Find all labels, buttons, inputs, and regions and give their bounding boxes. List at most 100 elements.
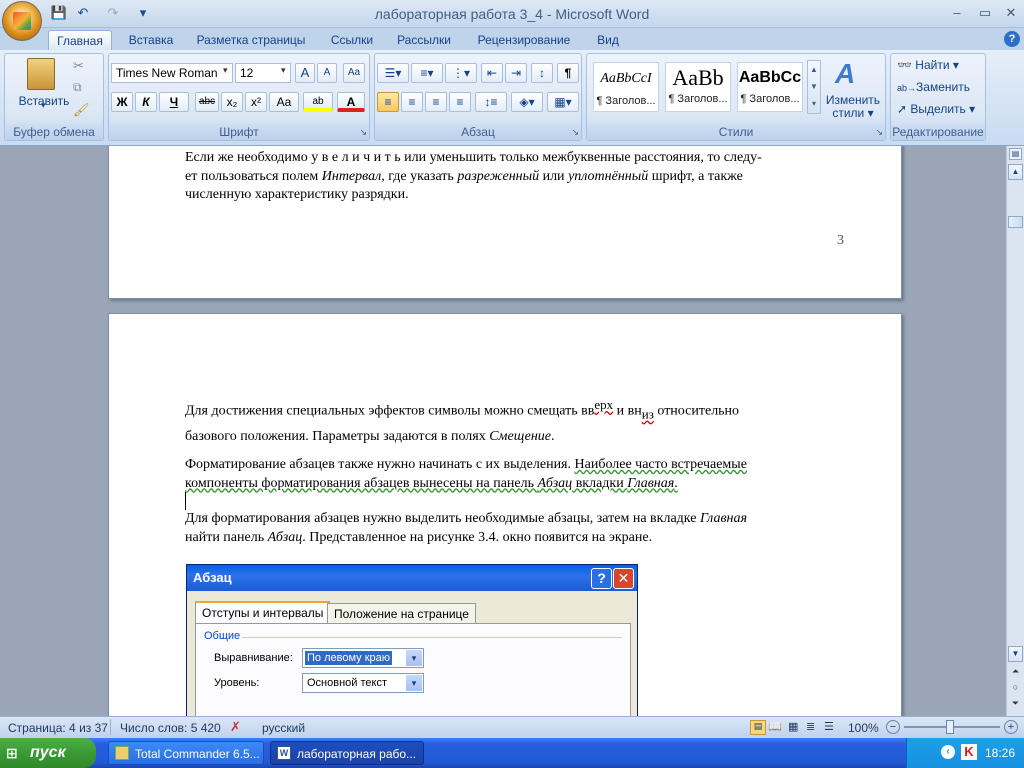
decrease-indent-button[interactable]: ⇤ — [481, 63, 503, 83]
tab-view[interactable]: Вид — [588, 30, 628, 50]
tray-arrow-icon[interactable]: ‹ — [941, 745, 955, 759]
paragraph-group-label: Абзац — [375, 124, 581, 140]
highlight-button[interactable]: ab — [303, 92, 333, 112]
shading-button[interactable]: ◈▾ — [511, 92, 543, 112]
font-size-dropdown-icon[interactable]: ▾ — [281, 65, 286, 76]
copy-icon[interactable]: ⧉ — [73, 80, 82, 95]
sort-button[interactable]: ↕ — [531, 63, 553, 83]
level-label: Уровень: — [214, 677, 260, 689]
reading-view-icon[interactable]: 📖 — [768, 720, 782, 733]
zoom-slider-thumb[interactable] — [946, 720, 954, 734]
bold-button[interactable]: Ж — [111, 92, 133, 112]
numbering-button[interactable]: ≡▾ — [411, 63, 443, 83]
find-button[interactable]: 👓 Найти ▾ — [897, 58, 959, 72]
select-button[interactable]: ➚ Выделить ▾ — [897, 102, 975, 116]
antivirus-icon[interactable]: K — [961, 744, 977, 760]
zoom-level[interactable]: 100% — [848, 721, 879, 735]
clear-format-button[interactable]: Aa — [343, 63, 365, 83]
borders-button[interactable]: ▦▾ — [547, 92, 579, 112]
ruler-toggle-icon[interactable]: ▤ — [1009, 148, 1022, 160]
styles-dialog-launcher-icon[interactable]: ↘ — [875, 127, 883, 138]
help-icon[interactable]: ? — [1004, 31, 1020, 47]
change-styles-button[interactable]: Изменить стили ▾ — [823, 94, 883, 120]
status-divider — [110, 719, 111, 735]
paragraph-dialog-launcher-icon[interactable]: ↘ — [571, 127, 579, 138]
multilevel-list-button[interactable]: ⋮▾ — [445, 63, 477, 83]
justify-button[interactable]: ≡ — [449, 92, 471, 112]
dialog-title: Абзац — [187, 565, 637, 591]
tab-home[interactable]: Главная — [48, 30, 112, 50]
page-count[interactable]: Страница: 4 из 37 — [8, 721, 108, 735]
previous-page-icon[interactable]: ⏶ — [1008, 666, 1023, 680]
format-painter-icon[interactable]: 🖌 — [73, 102, 90, 118]
print-layout-icon[interactable]: ▤ — [750, 720, 766, 735]
word-count[interactable]: Число слов: 5 420 — [120, 721, 221, 735]
task-word-document[interactable]: Wлабораторная рабо... — [270, 741, 424, 765]
tab-references[interactable]: Ссылки — [322, 30, 382, 50]
grow-font-button[interactable]: A — [295, 63, 315, 83]
subscript-button[interactable]: x₂ — [221, 92, 243, 112]
start-button[interactable]: ⊞ пуск — [0, 738, 96, 768]
align-left-button[interactable]: ≡ — [377, 92, 399, 112]
paste-dropdown-icon[interactable]: ▾ — [41, 100, 46, 111]
paste-icon[interactable] — [27, 58, 55, 90]
superscript-button[interactable]: x² — [245, 92, 267, 112]
increase-indent-button[interactable]: ⇥ — [505, 63, 527, 83]
scroll-down-button[interactable]: ▼ — [1008, 646, 1023, 662]
change-styles-icon[interactable]: A — [835, 58, 855, 90]
replace-button[interactable]: ab→Заменить — [897, 80, 970, 94]
scroll-thumb[interactable] — [1008, 216, 1023, 228]
clock[interactable]: 18:26 — [985, 746, 1015, 760]
text-run: Абзац — [267, 529, 303, 545]
text-line: Если же необходимо у в е л и ч и т ь или… — [185, 150, 762, 165]
style-card[interactable]: AaBb ¶ Заголов... — [665, 62, 731, 112]
align-center-button[interactable]: ≡ — [401, 92, 423, 112]
start-label: пуск — [30, 744, 66, 761]
vertical-scrollbar[interactable]: ▤ ▲ ▼ ⏶ ○ ⏷ — [1006, 146, 1024, 716]
office-button[interactable] — [2, 1, 42, 41]
change-styles-label: Изменить — [825, 93, 881, 107]
text-run: уплотнённый — [568, 168, 649, 184]
line-spacing-button[interactable]: ↕≡ — [475, 92, 507, 112]
change-case-button[interactable]: Aa — [269, 92, 299, 112]
select-browse-object-icon[interactable]: ○ — [1008, 682, 1023, 696]
draft-view-icon[interactable]: ☰ — [824, 720, 834, 733]
tab-review[interactable]: Рецензирование — [468, 30, 580, 50]
zoom-in-icon[interactable]: + — [1004, 720, 1018, 734]
language-status[interactable]: русский — [262, 721, 305, 735]
font-name-dropdown-icon[interactable]: ▾ — [223, 65, 228, 76]
style-card[interactable]: AaBbCcI ¶ Заголов... — [593, 62, 659, 112]
tab-insert[interactable]: Вставка — [120, 30, 182, 50]
clipboard-group: Вставить ▾ ✂ ⧉ 🖌 Буфер обмена — [4, 53, 104, 141]
next-page-icon[interactable]: ⏷ — [1008, 698, 1023, 712]
italic-button[interactable]: К — [135, 92, 157, 112]
underline-button[interactable]: Ч — [159, 92, 189, 112]
text-run: базового положения. Параметры задаются в… — [185, 428, 490, 444]
task-label: Total Commander 6.5... — [135, 747, 260, 761]
tab-page-layout[interactable]: Разметка страницы — [190, 30, 312, 50]
zoom-out-icon[interactable]: − — [886, 720, 900, 734]
proofing-icon[interactable]: ✗ — [230, 719, 241, 735]
align-right-button[interactable]: ≡ — [425, 92, 447, 112]
styles-scroll[interactable]: ▲ ▼ ▾ — [807, 60, 821, 114]
maximize-button[interactable]: ▭ — [972, 3, 998, 23]
minimize-button[interactable]: – — [944, 3, 970, 23]
font-dialog-launcher-icon[interactable]: ↘ — [359, 127, 367, 138]
font-color-button[interactable]: A — [337, 92, 365, 112]
task-total-commander[interactable]: Total Commander 6.5... — [108, 741, 264, 765]
show-marks-button[interactable]: ¶ — [557, 63, 579, 83]
text-run: Смещение — [489, 428, 551, 444]
text-run: Абзац — [537, 475, 573, 491]
cut-icon[interactable]: ✂ — [73, 58, 84, 74]
web-view-icon[interactable]: ▦ — [788, 720, 798, 733]
scroll-up-button[interactable]: ▲ — [1008, 164, 1023, 180]
tab-mailings[interactable]: Рассылки — [390, 30, 458, 50]
outline-view-icon[interactable]: ≣ — [806, 720, 815, 733]
font-name-combo[interactable]: Times New Roman — [111, 63, 233, 83]
strikethrough-button[interactable]: abc — [195, 92, 219, 112]
close-button[interactable]: ✕ — [998, 3, 1024, 23]
shrink-font-button[interactable]: A — [317, 63, 337, 83]
bullets-button[interactable]: ☰▾ — [377, 63, 409, 83]
style-card[interactable]: AaBbCc ¶ Заголов... — [737, 62, 803, 112]
document-area[interactable]: Если же необходимо у в е л и ч и т ь или… — [0, 146, 1006, 716]
